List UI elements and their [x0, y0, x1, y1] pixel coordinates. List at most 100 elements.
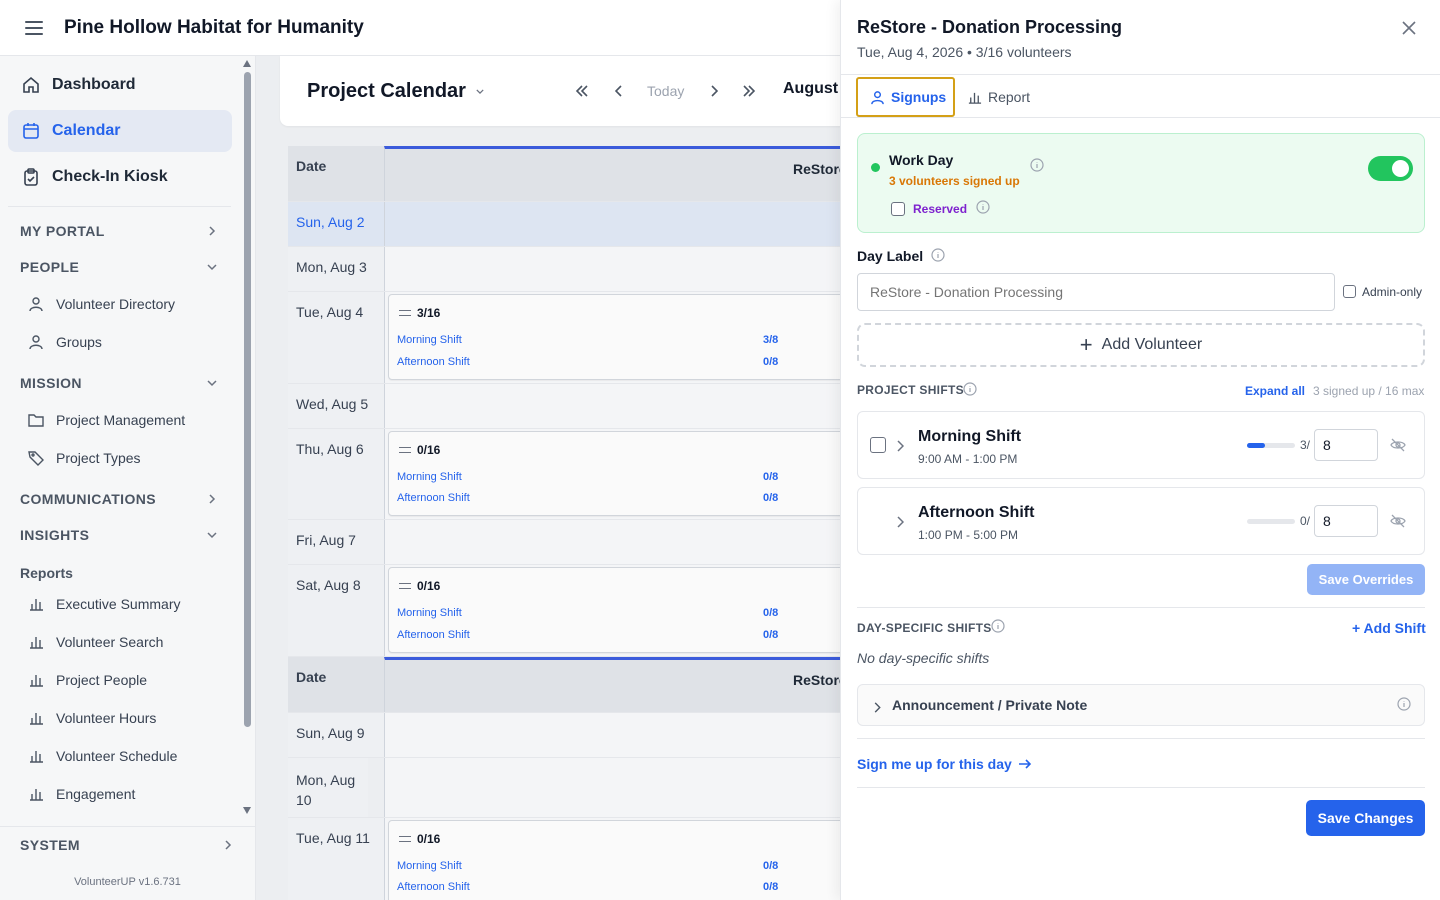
- project-column-header[interactable]: ReStore: [384, 657, 840, 712]
- tab-report[interactable]: Report: [965, 77, 1030, 117]
- day-card[interactable]: 3/16 Morning Shift 3/8 Afternoon Shift 0…: [388, 294, 840, 380]
- nav-volunteer-schedule[interactable]: Volunteer Schedule: [0, 737, 255, 775]
- announcement-section[interactable]: Announcement / Private Note: [857, 684, 1425, 726]
- day-cell[interactable]: 0/16 Morning Shift 0/8 Afternoon Shift 0…: [384, 565, 840, 656]
- shift-capacity-input[interactable]: [1314, 429, 1378, 461]
- nav-volunteer-hours[interactable]: Volunteer Hours: [0, 699, 255, 737]
- info-icon[interactable]: [1397, 697, 1411, 711]
- chevron-right-icon[interactable]: [896, 515, 906, 528]
- close-icon[interactable]: [1401, 20, 1417, 36]
- admin-only-checkbox[interactable]: [1343, 285, 1356, 298]
- date-cell: Wed, Aug 5: [288, 384, 384, 428]
- work-day-toggle[interactable]: [1368, 156, 1413, 181]
- drag-handle-icon[interactable]: [399, 836, 411, 842]
- shift-link[interactable]: Afternoon Shift: [397, 629, 470, 641]
- menu-icon[interactable]: [25, 20, 43, 35]
- scroll-up-icon[interactable]: [243, 60, 251, 67]
- day-card[interactable]: 0/16 Morning Shift 0/8 Afternoon Shift 0…: [388, 431, 840, 516]
- shifts-total: 3 signed up / 16 max: [1313, 384, 1425, 398]
- add-volunteer-button[interactable]: + Add Volunteer: [857, 323, 1425, 367]
- chevron-right-icon[interactable]: [710, 80, 719, 102]
- day-cell[interactable]: 0/16 Morning Shift 0/8 Afternoon Shift 0…: [384, 818, 840, 900]
- calendar-header: Project Calendar Today August: [280, 56, 840, 126]
- save-overrides-button[interactable]: Save Overrides: [1307, 564, 1425, 595]
- shift-link[interactable]: Afternoon Shift: [397, 881, 470, 893]
- day-card[interactable]: 0/16 Morning Shift 0/8 Afternoon Shift 0…: [388, 567, 840, 653]
- double-chevron-right-icon[interactable]: [742, 80, 756, 102]
- nav-project-management[interactable]: Project Management: [0, 401, 255, 439]
- drag-handle-icon[interactable]: [399, 583, 411, 589]
- calendar-title[interactable]: Project Calendar: [307, 80, 466, 103]
- chevron-left-icon[interactable]: [615, 80, 623, 102]
- drag-handle-icon[interactable]: [399, 447, 411, 453]
- info-icon[interactable]: [1030, 158, 1044, 172]
- day-cell[interactable]: [384, 758, 840, 817]
- calendar-row: Mon, Aug 10: [288, 758, 840, 818]
- save-changes-button[interactable]: Save Changes: [1306, 800, 1425, 836]
- section-people[interactable]: PEOPLE: [0, 249, 255, 285]
- nav-volunteer-directory[interactable]: Volunteer Directory: [0, 285, 255, 323]
- day-cell[interactable]: 0/16 Morning Shift 0/8 Afternoon Shift 0…: [384, 429, 840, 519]
- day-cell[interactable]: [384, 202, 840, 246]
- day-cell[interactable]: [384, 520, 840, 564]
- reserved-checkbox[interactable]: [891, 202, 905, 216]
- add-volunteer-label: Add Volunteer: [1101, 336, 1203, 353]
- project-column-header[interactable]: ReStore: [384, 146, 840, 201]
- nav-volunteer-directory-label: Volunteer Directory: [56, 296, 176, 312]
- shift-progress-fill: [1247, 443, 1265, 448]
- chevron-right-icon: [207, 226, 217, 236]
- nav-dashboard[interactable]: Dashboard: [8, 64, 232, 106]
- day-card[interactable]: 0/16 Morning Shift 0/8 Afternoon Shift 0…: [388, 820, 840, 900]
- nav-project-management-label: Project Management: [56, 412, 186, 428]
- shift-checkbox[interactable]: [870, 437, 886, 453]
- day-cell[interactable]: [384, 713, 840, 757]
- shift-count: 0/8: [763, 356, 779, 368]
- scrollbar-thumb[interactable]: [244, 72, 251, 727]
- shift-link[interactable]: Afternoon Shift: [397, 492, 470, 504]
- nav-calendar[interactable]: Calendar: [8, 110, 232, 152]
- shift-link[interactable]: Afternoon Shift: [397, 356, 470, 368]
- drag-handle-icon[interactable]: [399, 310, 411, 316]
- sidebar-scrollbar[interactable]: [242, 60, 252, 816]
- info-icon[interactable]: [976, 200, 990, 214]
- nav-engagement[interactable]: Engagement: [0, 775, 255, 813]
- eye-off-icon[interactable]: [1390, 437, 1406, 453]
- chevron-right-icon[interactable]: [896, 439, 906, 452]
- expand-all-link[interactable]: Expand all: [1245, 384, 1305, 398]
- shift-link[interactable]: Morning Shift: [397, 860, 462, 872]
- info-icon[interactable]: [931, 248, 945, 262]
- day-cell[interactable]: [384, 384, 840, 428]
- shift-link[interactable]: Morning Shift: [397, 334, 462, 346]
- shift-link[interactable]: Morning Shift: [397, 471, 462, 483]
- date-cell: Sun, Aug 2: [288, 202, 384, 246]
- sign-me-up-link[interactable]: Sign me up for this day: [857, 756, 1032, 772]
- tab-signups[interactable]: Signups: [856, 77, 955, 117]
- chevron-down-icon[interactable]: [476, 87, 484, 95]
- nav-executive-summary-label: Executive Summary: [56, 596, 181, 612]
- shift-capacity-input[interactable]: [1314, 505, 1378, 537]
- double-chevron-left-icon[interactable]: [575, 80, 589, 102]
- nav-executive-summary[interactable]: Executive Summary: [0, 585, 255, 623]
- scroll-down-icon[interactable]: [243, 807, 251, 814]
- info-icon[interactable]: [963, 382, 977, 396]
- day-cell[interactable]: [384, 247, 840, 291]
- section-system[interactable]: SYSTEM: [0, 826, 255, 862]
- nav-project-people[interactable]: Project People: [0, 661, 255, 699]
- day-cell[interactable]: 3/16 Morning Shift 3/8 Afternoon Shift 0…: [384, 292, 840, 383]
- eye-off-icon[interactable]: [1390, 513, 1406, 529]
- nav-project-types[interactable]: Project Types: [0, 439, 255, 477]
- nav-check-in-kiosk[interactable]: Check-In Kiosk: [8, 156, 232, 198]
- day-label-input[interactable]: [857, 273, 1335, 311]
- shift-link[interactable]: Morning Shift: [397, 607, 462, 619]
- add-shift-link[interactable]: + Add Shift: [1352, 620, 1426, 636]
- nav-groups[interactable]: Groups: [0, 323, 255, 361]
- section-my-portal[interactable]: MY PORTAL: [0, 213, 255, 249]
- tab-signups-label: Signups: [891, 89, 947, 105]
- section-mission[interactable]: MISSION: [0, 365, 255, 401]
- section-insights[interactable]: INSIGHTS: [0, 517, 255, 553]
- info-icon[interactable]: [991, 619, 1005, 633]
- section-communications[interactable]: COMMUNICATIONS: [0, 481, 255, 517]
- nav-volunteer-search[interactable]: Volunteer Search: [0, 623, 255, 661]
- chevron-right-icon: [873, 700, 881, 713]
- today-button[interactable]: Today: [647, 83, 684, 99]
